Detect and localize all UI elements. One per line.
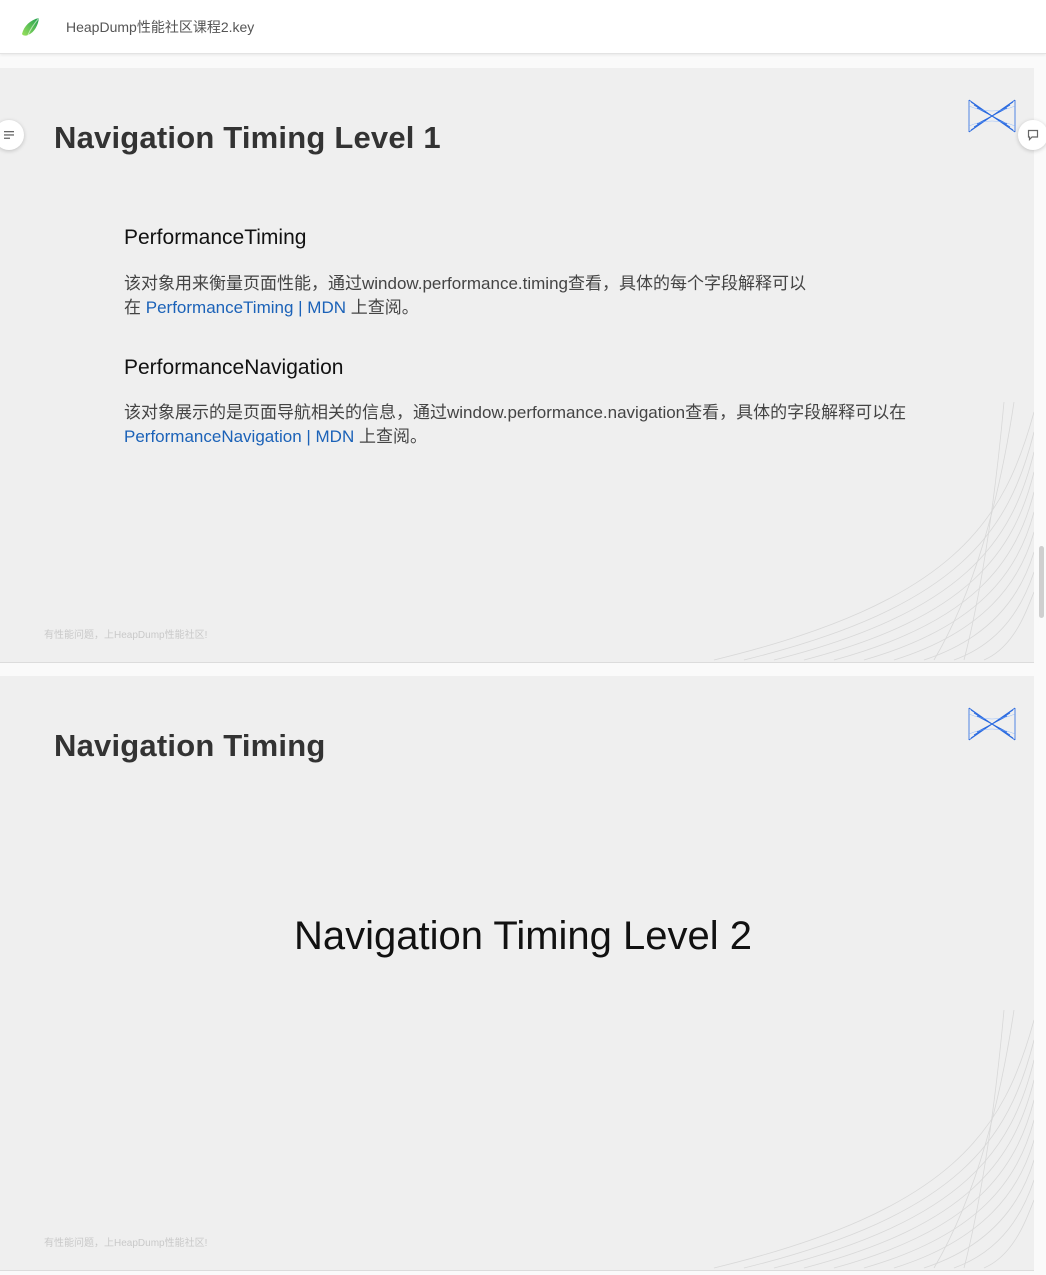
comments-toggle-button[interactable] bbox=[1018, 120, 1046, 150]
slide-title: Navigation Timing bbox=[54, 728, 326, 763]
document-title: HeapDump性能社区课程2.key bbox=[66, 19, 255, 35]
slide-center-text: Navigation Timing Level 2 bbox=[293, 914, 753, 958]
slide-footer-note: 有性能问题，上HeapDump性能社区! bbox=[44, 630, 208, 641]
scrollbar-thumb[interactable] bbox=[1039, 546, 1044, 618]
paragraph-performance-timing: 该对象用来衡量页面性能，通过window.performance.timing查… bbox=[124, 272, 806, 320]
paragraph-text: 上查阅。 bbox=[346, 298, 419, 317]
performance-timing-mdn-link[interactable]: PerformanceTiming | MDN bbox=[146, 298, 346, 317]
bowtie-logo-icon bbox=[968, 707, 1016, 741]
bird-logo-icon[interactable] bbox=[20, 16, 42, 38]
slide-2: Navigation Timing Navigation Timing Leve… bbox=[0, 676, 1034, 1271]
performance-navigation-mdn-link[interactable]: PerformanceNavigation | MDN bbox=[124, 427, 354, 446]
slide-1: Navigation Timing Level 1 PerformanceTim… bbox=[0, 68, 1034, 663]
section-heading-performance-timing: PerformanceTiming bbox=[124, 226, 307, 249]
bowtie-logo-icon bbox=[968, 99, 1016, 133]
decorative-curves-icon bbox=[713, 1010, 1034, 1269]
section-heading-performance-navigation: PerformanceNavigation bbox=[124, 356, 344, 379]
slide-footer-note: 有性能问题，上HeapDump性能社区! bbox=[44, 1238, 208, 1249]
comment-icon bbox=[1027, 129, 1039, 141]
paragraph-text: 上查阅。 bbox=[354, 427, 427, 446]
paragraph-line: 在 PerformanceTiming | MDN 上查阅。 bbox=[124, 296, 806, 320]
slide-title: Navigation Timing Level 1 bbox=[54, 120, 441, 155]
paragraph-text: 在 bbox=[124, 298, 146, 317]
top-bar: HeapDump性能社区课程2.key bbox=[0, 0, 1046, 54]
decorative-curves-icon bbox=[713, 402, 1034, 661]
list-icon bbox=[4, 131, 14, 139]
paragraph-line: 该对象用来衡量页面性能，通过window.performance.timing查… bbox=[124, 274, 806, 293]
